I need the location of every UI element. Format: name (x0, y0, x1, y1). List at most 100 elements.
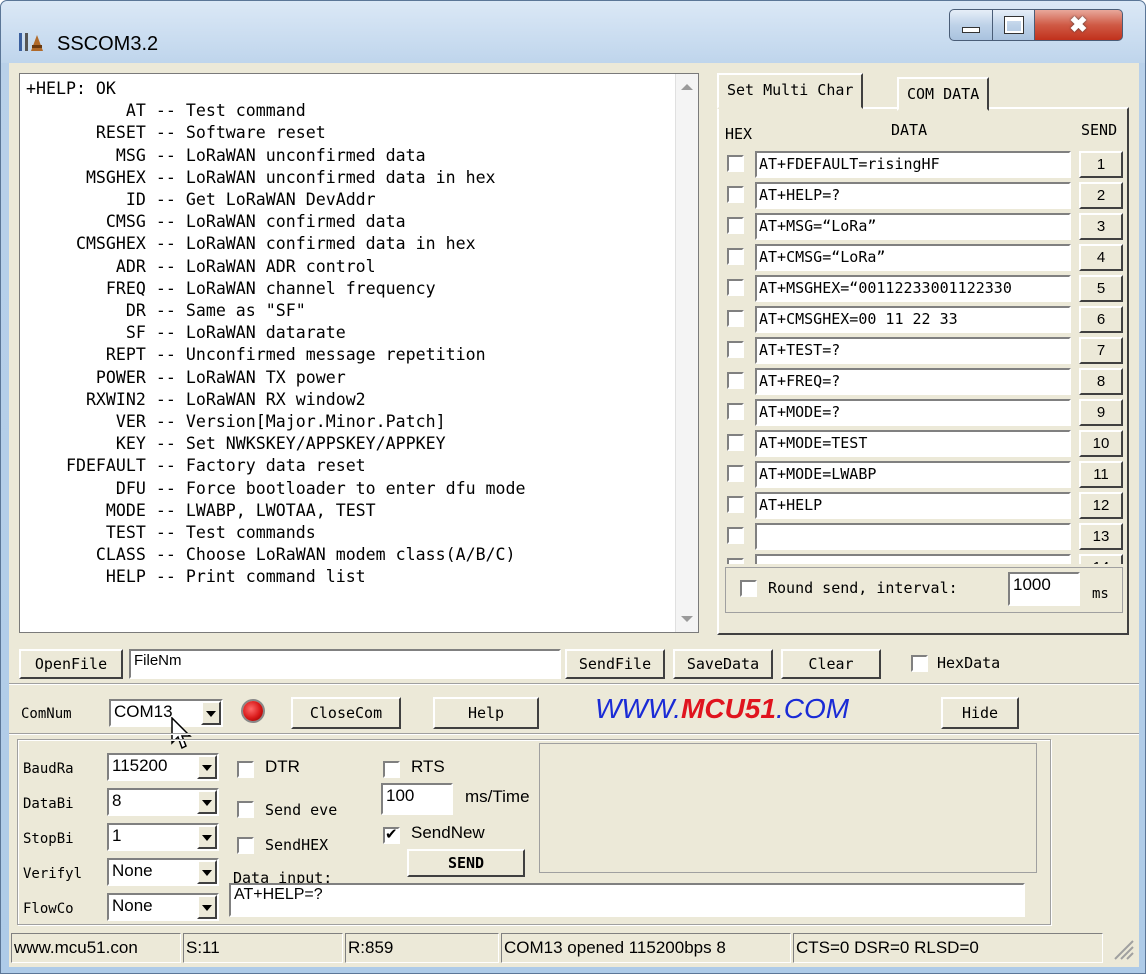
log-line: +HELP: OK (26, 79, 116, 98)
hex-checkbox[interactable] (727, 403, 744, 420)
rts-checkbox[interactable] (383, 761, 400, 778)
hex-checkbox[interactable] (727, 310, 744, 327)
multi-char-send-button[interactable]: 8 (1079, 368, 1123, 395)
multi-char-data-input[interactable] (755, 554, 1071, 564)
log-line: RESET -- Software reset (26, 123, 326, 143)
chevron-down-icon[interactable] (197, 895, 217, 919)
hex-checkbox[interactable] (727, 217, 744, 234)
close-com-button[interactable]: CloseCom (291, 697, 401, 729)
scroll-up-icon[interactable] (681, 84, 693, 90)
flow-control-select[interactable]: None (107, 893, 219, 921)
hex-checkbox[interactable] (727, 496, 744, 513)
title-bar[interactable]: SSCOM3.2 ✖ (1, 1, 1145, 63)
maximize-icon (1003, 16, 1024, 34)
multi-char-data-input[interactable]: AT+TEST=? (755, 337, 1071, 364)
send-new-label: SendNew (411, 823, 485, 842)
send-hex-checkbox[interactable] (237, 837, 254, 854)
send-file-button[interactable]: SendFile (565, 649, 665, 679)
hex-checkbox[interactable] (727, 465, 744, 482)
hex-checkbox[interactable] (727, 155, 744, 172)
data-bits-select[interactable]: 8 (107, 788, 219, 816)
round-send-interval-input[interactable]: 1000 (1008, 572, 1080, 606)
multi-char-data-input[interactable]: AT+HELP (755, 492, 1071, 519)
send-interval-input[interactable]: 100 (381, 783, 453, 815)
multi-char-data-input[interactable]: AT+FDEFAULT=risingHF (755, 151, 1071, 178)
open-file-button[interactable]: OpenFile (19, 649, 123, 679)
multi-char-data-input[interactable]: AT+MODE=? (755, 399, 1071, 426)
minimize-button[interactable] (949, 9, 993, 41)
multi-char-data-input[interactable]: AT+HELP=? (755, 182, 1071, 209)
send-new-checkbox[interactable] (383, 825, 400, 844)
round-send-checkbox[interactable] (740, 580, 757, 597)
hex-checkbox[interactable] (727, 527, 744, 544)
hide-button[interactable]: Hide (941, 697, 1019, 729)
multi-char-send-button[interactable]: 9 (1079, 399, 1123, 426)
multi-char-send-button[interactable]: 7 (1079, 337, 1123, 364)
hex-checkbox[interactable] (727, 248, 744, 265)
help-button[interactable]: Help (433, 697, 539, 729)
log-scrollbar[interactable] (675, 74, 698, 632)
hex-checkbox[interactable] (727, 341, 744, 358)
hex-checkbox[interactable] (727, 434, 744, 451)
multi-char-data-input[interactable] (755, 523, 1071, 550)
clear-button[interactable]: Clear (781, 649, 881, 679)
baud-rate-select[interactable]: 115200 (107, 753, 219, 781)
hex-checkbox[interactable] (727, 372, 744, 389)
multi-char-send-button[interactable]: 4 (1079, 244, 1123, 271)
chevron-down-icon[interactable] (197, 755, 217, 779)
hex-checkbox[interactable] (727, 279, 744, 296)
multi-char-data-input[interactable]: AT+MODE=TEST (755, 430, 1071, 457)
save-data-button[interactable]: SaveData (673, 649, 773, 679)
chevron-down-icon[interactable] (197, 825, 217, 849)
multi-char-send-button[interactable]: 3 (1079, 213, 1123, 240)
multi-char-send-button[interactable]: 1 (1079, 151, 1123, 178)
hex-data-checkbox[interactable] (911, 655, 928, 672)
multi-char-data-input[interactable]: AT+MSGHEX=“00112233001122330 (755, 275, 1071, 302)
scroll-down-icon[interactable] (681, 616, 693, 622)
multi-char-send-button[interactable]: 13 (1079, 523, 1123, 550)
multi-char-data-input[interactable]: AT+FREQ=? (755, 368, 1071, 395)
flow-control-value: None (112, 896, 153, 915)
com-port-select[interactable]: COM13 (109, 699, 223, 727)
multi-char-row: AT+FDEFAULT=risingHF 1 (725, 149, 1125, 179)
multi-char-panel: HEX DATA SEND AT+FDEFAULT=risingHF 1 AT+HE… (717, 73, 1133, 635)
hex-checkbox[interactable] (727, 186, 744, 203)
send-hex-label: SendHEX (265, 836, 329, 854)
multi-char-send-button[interactable]: 2 (1079, 182, 1123, 209)
dtr-checkbox[interactable] (237, 761, 254, 778)
multi-char-row: AT+HELP 12 (725, 490, 1125, 520)
multi-char-send-button[interactable]: 5 (1079, 275, 1123, 302)
flow-control-label: FlowCo (23, 901, 74, 917)
multi-char-send-button[interactable]: 12 (1079, 492, 1123, 519)
client-area: +HELP: OK AT -- Test command RESET -- So… (9, 63, 1139, 967)
verify-select[interactable]: None (107, 858, 219, 886)
chevron-down-icon[interactable] (201, 701, 221, 725)
receive-log[interactable]: +HELP: OK AT -- Test command RESET -- So… (19, 73, 699, 633)
com-num-label: ComNum (21, 706, 72, 722)
multi-char-send-button[interactable]: 10 (1079, 430, 1123, 457)
multi-char-send-button[interactable]: 6 (1079, 306, 1123, 333)
maximize-button[interactable] (993, 9, 1035, 41)
data-input-field[interactable]: AT+HELP=? (229, 883, 1025, 917)
tab-com-data[interactable]: COM DATA (897, 77, 990, 111)
multi-char-data-input[interactable]: AT+CMSGHEX=00 11 22 33 (755, 306, 1071, 333)
hex-checkbox[interactable] (727, 558, 744, 564)
chevron-down-icon[interactable] (197, 790, 217, 814)
send-every-checkbox[interactable] (237, 801, 254, 818)
log-text: +HELP: OK AT -- Test command RESET -- So… (26, 78, 526, 589)
multi-char-send-button[interactable]: 14 (1079, 554, 1123, 564)
resize-grip-icon[interactable] (1109, 935, 1135, 961)
tab-set-multi-char[interactable]: Set Multi Char (717, 73, 864, 109)
send-button[interactable]: SEND (407, 849, 525, 877)
data-bits-label: DataBi (23, 796, 74, 812)
hex-data-label: HexData (937, 654, 1001, 672)
close-button[interactable]: ✖ (1035, 9, 1123, 41)
multi-char-data-input[interactable]: AT+MODE=LWABP (755, 461, 1071, 488)
chevron-down-icon[interactable] (197, 860, 217, 884)
filename-input[interactable]: FileNm (129, 649, 561, 679)
multi-char-data-input[interactable]: AT+MSG=“LoRa” (755, 213, 1071, 240)
multi-char-send-button[interactable]: 11 (1079, 461, 1123, 488)
multi-char-data-input[interactable]: AT+CMSG=“LoRa” (755, 244, 1071, 271)
stop-bits-select[interactable]: 1 (107, 823, 219, 851)
data-column-header: DATA (891, 121, 928, 139)
